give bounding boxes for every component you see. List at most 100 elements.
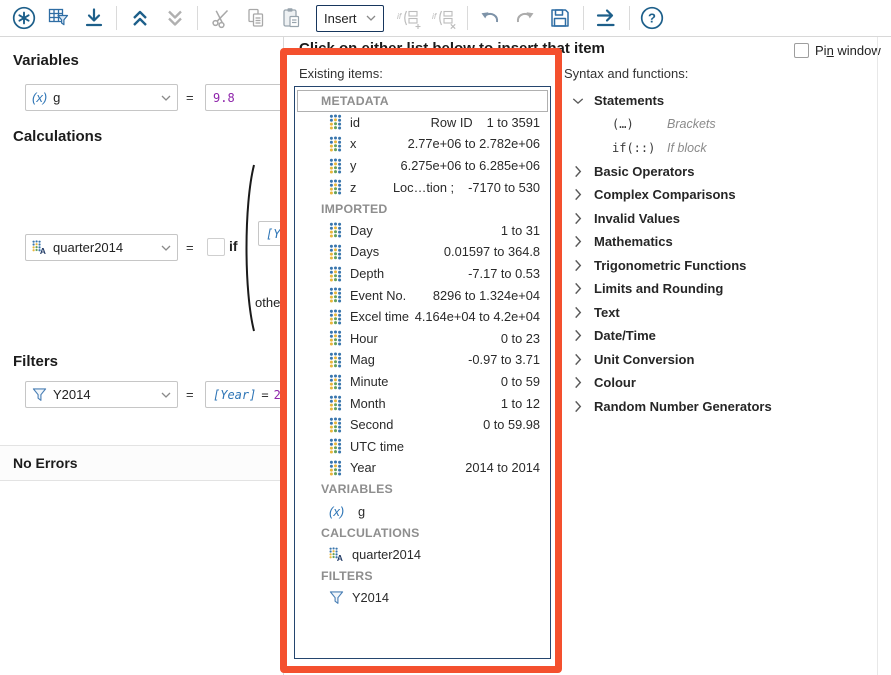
undo-icon xyxy=(477,5,503,31)
insert-panel-heading: Click on either list below to insert tha… xyxy=(299,40,605,57)
list-item-second[interactable]: Second 0 to 59.98 xyxy=(295,414,550,436)
variable-selector[interactable]: (x) g xyxy=(25,84,178,111)
list-item-excel-time[interactable]: Excel time 4.164e+04 to 4.2e+04 xyxy=(295,306,550,328)
toolbar-separator xyxy=(197,6,198,30)
add-if-block-icon: if xyxy=(396,5,422,31)
field-icon xyxy=(329,460,342,476)
double-chevron-down-icon xyxy=(162,5,188,31)
field-icon xyxy=(329,222,342,238)
toolbar-separator xyxy=(629,6,630,30)
chevron-right-icon xyxy=(571,259,585,272)
chevron-down-icon xyxy=(161,245,171,251)
tree-category-date-time[interactable]: Date/Time xyxy=(565,324,885,348)
equals-sign: = xyxy=(186,90,194,105)
list-item-g[interactable]: (x) g xyxy=(295,500,550,522)
tree-category-trigonometric-functions[interactable]: Trigonometric Functions xyxy=(565,254,885,278)
chevron-right-icon xyxy=(571,329,585,342)
list-item-day[interactable]: Day 1 to 31 xyxy=(295,220,550,242)
calculation-icon xyxy=(329,547,344,562)
toolbar: Insert if if xyxy=(0,0,891,37)
list-item-event-no[interactable]: Event No. 8296 to 1.324e+04 xyxy=(295,284,550,306)
list-item-days[interactable]: Days 0.01597 to 364.8 xyxy=(295,241,550,263)
filter-name: Y2014 xyxy=(53,387,91,402)
tree-category-basic-operators[interactable]: Basic Operators xyxy=(565,160,885,184)
chevron-right-icon xyxy=(571,353,585,366)
funnel-icon xyxy=(32,387,47,402)
chevron-down-icon xyxy=(571,97,585,105)
filters-heading: Filters xyxy=(13,353,58,370)
formula-editor-window: Insert if if xyxy=(0,0,891,675)
calculation-selector[interactable]: quarter2014 xyxy=(25,234,178,261)
chevron-right-icon xyxy=(571,188,585,201)
tree-category-unit-conversion[interactable]: Unit Conversion xyxy=(565,348,885,372)
remove-if-block-button: if xyxy=(431,5,458,32)
tree-category-statements[interactable]: Statements xyxy=(565,89,885,113)
expr-field: [Year] xyxy=(213,388,256,402)
pin-window-checkbox[interactable] xyxy=(794,43,809,58)
help-button[interactable]: ? xyxy=(639,5,666,32)
pin-window-label: Pin window xyxy=(815,43,881,58)
funnel-icon xyxy=(329,590,344,605)
list-item-utc-time[interactable]: UTC time xyxy=(295,436,550,458)
existing-items-label: Existing items: xyxy=(299,66,383,81)
redo-icon xyxy=(512,5,538,31)
tree-category-limits-and-rounding[interactable]: Limits and Rounding xyxy=(565,277,885,301)
scissors-icon xyxy=(208,5,234,31)
variable-value-field[interactable]: 9.8 xyxy=(205,84,295,111)
calculation-icon xyxy=(32,240,47,255)
tree-category-mathematics[interactable]: Mathematics xyxy=(565,230,885,254)
tree-category-complex-comparisons[interactable]: Complex Comparisons xyxy=(565,183,885,207)
expr-operator: = xyxy=(261,388,268,402)
list-header-metadata: METADATA xyxy=(297,90,548,112)
list-item-x[interactable]: x 2.77e+06 to 2.782e+06 xyxy=(295,133,550,155)
insert-panel: Click on either list below to insert tha… xyxy=(283,37,891,675)
copy-button xyxy=(242,5,269,32)
tree-item-if-block[interactable]: if(::) If block xyxy=(565,136,885,160)
tree-item-brackets[interactable]: (…) Brackets xyxy=(565,113,885,137)
chevron-right-icon xyxy=(571,400,585,413)
move-up-button[interactable] xyxy=(126,5,153,32)
tree-category-random-number-generators[interactable]: Random Number Generators xyxy=(565,395,885,419)
list-item-z[interactable]: z Loc…tion ;-7170 to 530 xyxy=(295,176,550,198)
field-icon xyxy=(329,330,342,346)
variable-name: g xyxy=(53,90,60,105)
field-icon xyxy=(329,374,342,390)
redo-button xyxy=(512,5,539,32)
field-icon xyxy=(329,158,342,174)
list-item-month[interactable]: Month 1 to 12 xyxy=(295,392,550,414)
list-item-minute[interactable]: Minute 0 to 59 xyxy=(295,371,550,393)
scrollbar-track[interactable] xyxy=(877,37,878,675)
equals-sign: = xyxy=(186,240,194,255)
tree-category-colour[interactable]: Colour xyxy=(565,371,885,395)
calculation-option-checkbox[interactable] xyxy=(207,238,225,256)
filter-selector[interactable]: Y2014 xyxy=(25,381,178,408)
syntax-functions-label: Syntax and functions: xyxy=(564,66,688,81)
list-item-id[interactable]: id Row ID1 to 3591 xyxy=(295,112,550,134)
list-header-imported: IMPORTED xyxy=(295,198,550,220)
field-icon xyxy=(329,395,342,411)
list-item-quarter2014[interactable]: quarter2014 xyxy=(295,543,550,565)
equals-sign: = xyxy=(186,387,194,402)
insert-dropdown[interactable]: Insert xyxy=(316,5,384,32)
list-item-depth[interactable]: Depth -7.17 to 0.53 xyxy=(295,263,550,285)
data-filter-button[interactable] xyxy=(45,5,72,32)
save-button[interactable] xyxy=(547,5,574,32)
insert-dropdown-label: Insert xyxy=(324,11,357,26)
new-item-button[interactable] xyxy=(10,5,37,32)
list-item-y2014[interactable]: Y2014 xyxy=(295,587,550,609)
field-icon xyxy=(329,438,342,454)
remove-if-block-icon: if xyxy=(431,5,457,31)
list-item-year[interactable]: Year 2014 to 2014 xyxy=(295,457,550,479)
insert-item-button[interactable] xyxy=(80,5,107,32)
tree-category-text[interactable]: Text xyxy=(565,301,885,325)
pin-window-control[interactable]: Pin window xyxy=(794,43,881,58)
undo-button[interactable] xyxy=(477,5,504,32)
tree-category-invalid-values[interactable]: Invalid Values xyxy=(565,207,885,231)
list-item-hour[interactable]: Hour 0 to 23 xyxy=(295,328,550,350)
paste-button[interactable] xyxy=(277,5,304,32)
list-item-mag[interactable]: Mag -0.97 to 3.71 xyxy=(295,349,550,371)
apply-and-close-button[interactable] xyxy=(593,5,620,32)
chevron-down-icon xyxy=(161,95,171,101)
toolbar-separator xyxy=(467,6,468,30)
list-item-y[interactable]: y 6.275e+06 to 6.285e+06 xyxy=(295,155,550,177)
